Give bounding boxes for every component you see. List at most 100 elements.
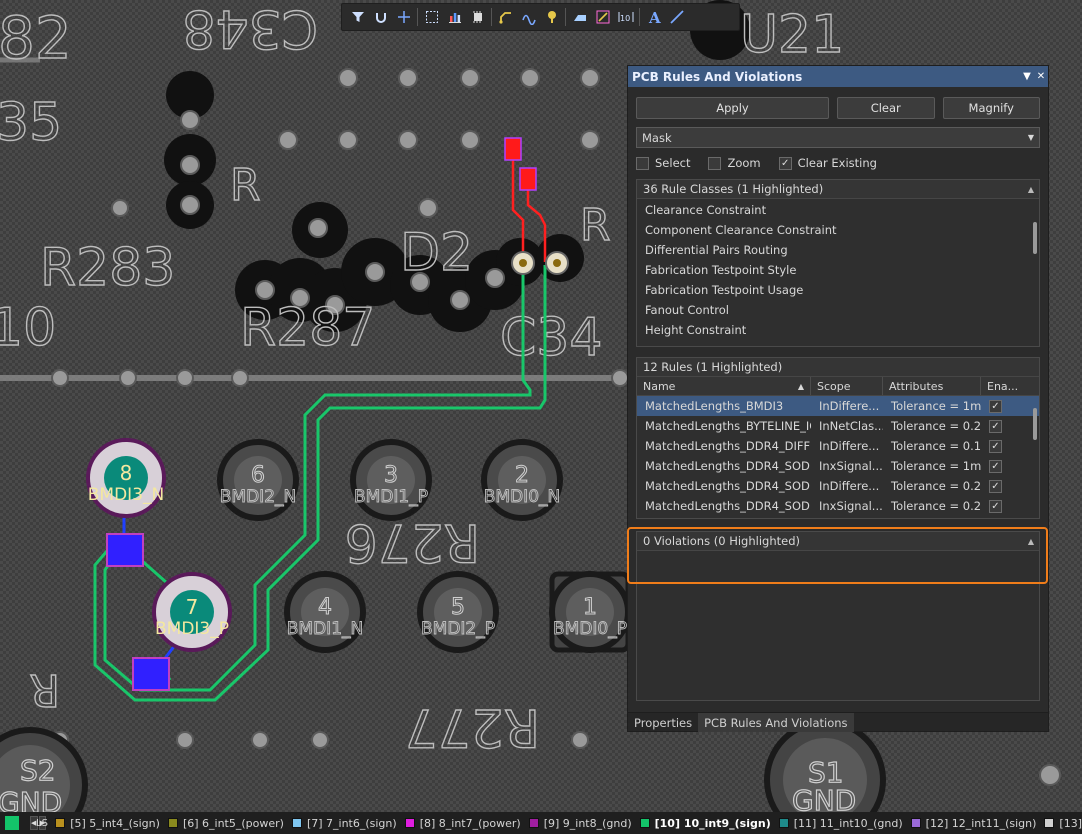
current-layer-swatch[interactable]: [5, 816, 20, 830]
diff-pair-icon[interactable]: [517, 5, 540, 29]
table-row[interactable]: MatchedLengths_DDR4_SODI... InxSignal... T…: [637, 456, 1039, 476]
route-icon[interactable]: [369, 5, 392, 29]
layer-tab[interactable]: [10] 10_int9_(sign): [639, 817, 771, 830]
rule-attributes-cell: Tolerance = 0.2...: [891, 479, 981, 493]
rules-column-header: Name ▲ Scope Attributes Ena...: [637, 377, 1039, 396]
silk-label: 35: [0, 93, 62, 153]
rule-scope-cell: InNetClas...: [819, 419, 883, 433]
layer-tab[interactable]: [13]: [1044, 817, 1082, 830]
scroll-thumb[interactable]: [1033, 222, 1037, 254]
col-attributes[interactable]: Attributes: [883, 377, 981, 395]
polygon-icon[interactable]: [568, 5, 591, 29]
through-hole-pad[interactable]: 2BMDI0_N: [481, 439, 563, 521]
clear-button[interactable]: Clear: [837, 97, 935, 119]
zoom-label: Zoom: [727, 156, 761, 170]
tab-pcb-rules[interactable]: PCB Rules And Violations: [698, 713, 854, 732]
through-hole-pad[interactable]: 7BMDI3_P: [152, 572, 232, 652]
layer-tab[interactable]: [9] 9_int8_(gnd): [528, 816, 632, 830]
violations-header[interactable]: 0 Violations (0 Highlighted) ▲: [637, 532, 1039, 551]
rule-class-item[interactable]: Fanout Control: [637, 300, 1039, 320]
rule-enabled-cell: ✓: [981, 399, 1011, 413]
pad-number: 4: [318, 595, 332, 620]
close-icon[interactable]: ✕: [1034, 71, 1048, 82]
filter-icon[interactable]: [346, 5, 369, 29]
dimension-icon[interactable]: 10: [614, 5, 637, 29]
layer-tab[interactable]: [6] 6_int5_(power): [167, 817, 284, 830]
violations-section: 0 Violations (0 Highlighted) ▲: [636, 531, 1040, 701]
rule-attributes-cell: Tolerance = 0.1...: [891, 439, 981, 453]
rule-attributes-cell: Tolerance = 0.2...: [891, 499, 981, 513]
enabled-checkbox[interactable]: ✓: [989, 439, 1002, 453]
layer-color-swatch: [639, 818, 650, 828]
enabled-checkbox[interactable]: ✓: [989, 459, 1002, 473]
zoom-checkbox[interactable]: [708, 156, 722, 170]
layer-tab[interactable]: [11] 11_int10_(gnd): [778, 817, 903, 830]
col-enabled[interactable]: Ena...: [981, 377, 1018, 395]
collapse-icon[interactable]: ▲: [1023, 185, 1039, 194]
interactive-route-icon[interactable]: [494, 5, 517, 29]
pad-net-label: BMDI3_P: [155, 619, 229, 639]
mode-dropdown[interactable]: Mask ▼: [636, 127, 1040, 148]
rule-class-item[interactable]: Height Constraint: [637, 320, 1039, 340]
scrollbar[interactable]: [1031, 202, 1037, 342]
collapse-icon[interactable]: ▲: [1023, 537, 1039, 546]
through-hole-pad[interactable]: 6BMDI2_N: [217, 439, 299, 521]
smd-pad[interactable]: [132, 657, 170, 691]
crosshair-icon[interactable]: [392, 5, 415, 29]
enabled-checkbox[interactable]: ✓: [989, 399, 1002, 413]
smd-pad[interactable]: [504, 137, 522, 161]
rule-name-cell: MatchedLengths_DDR4_SODI...: [645, 479, 811, 493]
panel-menu-icon[interactable]: ▼: [1020, 71, 1034, 82]
component-icon[interactable]: [466, 5, 489, 29]
rule-class-item[interactable]: Differential Pairs Routing: [637, 240, 1039, 260]
layer-label: [9] 9_int8_(gnd): [543, 816, 632, 830]
layer-label: [7] 7_int6_(sign): [306, 816, 397, 830]
enabled-checkbox[interactable]: ✓: [989, 479, 1002, 493]
table-row[interactable]: MatchedLengths_DDR4_DIFF InDiffere... Tole…: [637, 436, 1039, 456]
through-hole-pad[interactable]: 1BMDI0_P: [549, 571, 631, 653]
col-name[interactable]: Name ▲: [637, 377, 811, 395]
text-icon[interactable]: A: [642, 5, 665, 29]
pad-net-label: BMDI1_P: [354, 487, 428, 507]
layer-tab[interactable]: [7] 7_int6_(sign): [291, 816, 397, 830]
layer-tab[interactable]: [8] 8_int7_(power): [404, 817, 521, 830]
through-hole-pad[interactable]: 4BMDI1_N: [284, 571, 366, 653]
chart-icon[interactable]: [443, 5, 466, 29]
table-row[interactable]: MatchedLengths_BYTELINE_IC... InNetClas..…: [637, 416, 1039, 436]
tab-properties[interactable]: Properties: [628, 713, 698, 732]
apply-button[interactable]: Apply: [636, 97, 829, 119]
magnify-button[interactable]: Magnify: [942, 97, 1040, 119]
via-icon[interactable]: [540, 5, 563, 29]
through-hole-pad[interactable]: 8BMDI3_N: [86, 438, 166, 518]
rule-class-item[interactable]: Fabrication Testpoint Style: [637, 260, 1039, 280]
rule-class-item[interactable]: Component Clearance Constraint: [637, 220, 1039, 240]
enabled-checkbox[interactable]: ✓: [989, 419, 1002, 433]
scrollbar[interactable]: [1031, 400, 1037, 515]
layer-tab[interactable]: [5] 5_int4_(sign): [55, 817, 160, 830]
smd-pad[interactable]: [519, 167, 537, 191]
rule-classes-header[interactable]: 36 Rule Classes (1 Highlighted) ▲: [637, 180, 1039, 199]
layer-tab[interactable]: [12] 12_int11_(sign): [910, 817, 1036, 830]
rule-class-item[interactable]: Fabrication Testpoint Usage: [637, 280, 1039, 300]
select-rect-icon[interactable]: [420, 5, 443, 29]
rule-name-cell: MatchedLengths_BMDI3: [645, 399, 784, 413]
corner-pad[interactable]: S1 GND: [764, 719, 886, 812]
toolbar-separator: [565, 8, 566, 26]
layer-color-swatch: [778, 818, 789, 828]
scroll-thumb[interactable]: [1033, 408, 1037, 440]
col-scope[interactable]: Scope: [811, 377, 883, 395]
table-row[interactable]: MatchedLengths_BMDI3 InDiffere... Toleranc…: [637, 396, 1039, 416]
line-icon[interactable]: [665, 5, 688, 29]
fill-icon[interactable]: [591, 5, 614, 29]
clear-existing-checkbox[interactable]: ✓: [778, 156, 792, 170]
rule-scope-cell: InxSignal...: [819, 459, 883, 473]
enabled-checkbox[interactable]: ✓: [989, 499, 1002, 513]
through-hole-pad[interactable]: 3BMDI1_P: [350, 439, 432, 521]
smd-pad[interactable]: [106, 533, 144, 567]
table-row[interactable]: MatchedLengths_DDR4_SODI... InDiffere... T…: [637, 476, 1039, 496]
rule-class-item[interactable]: Clearance Constraint: [637, 200, 1039, 220]
rules-header[interactable]: 12 Rules (1 Highlighted): [637, 358, 1039, 377]
select-checkbox[interactable]: [636, 156, 649, 170]
table-row[interactable]: MatchedLengths_DDR4_SODI... InxSignal... T…: [637, 496, 1039, 516]
through-hole-pad[interactable]: 5BMDI2_P: [417, 571, 499, 653]
